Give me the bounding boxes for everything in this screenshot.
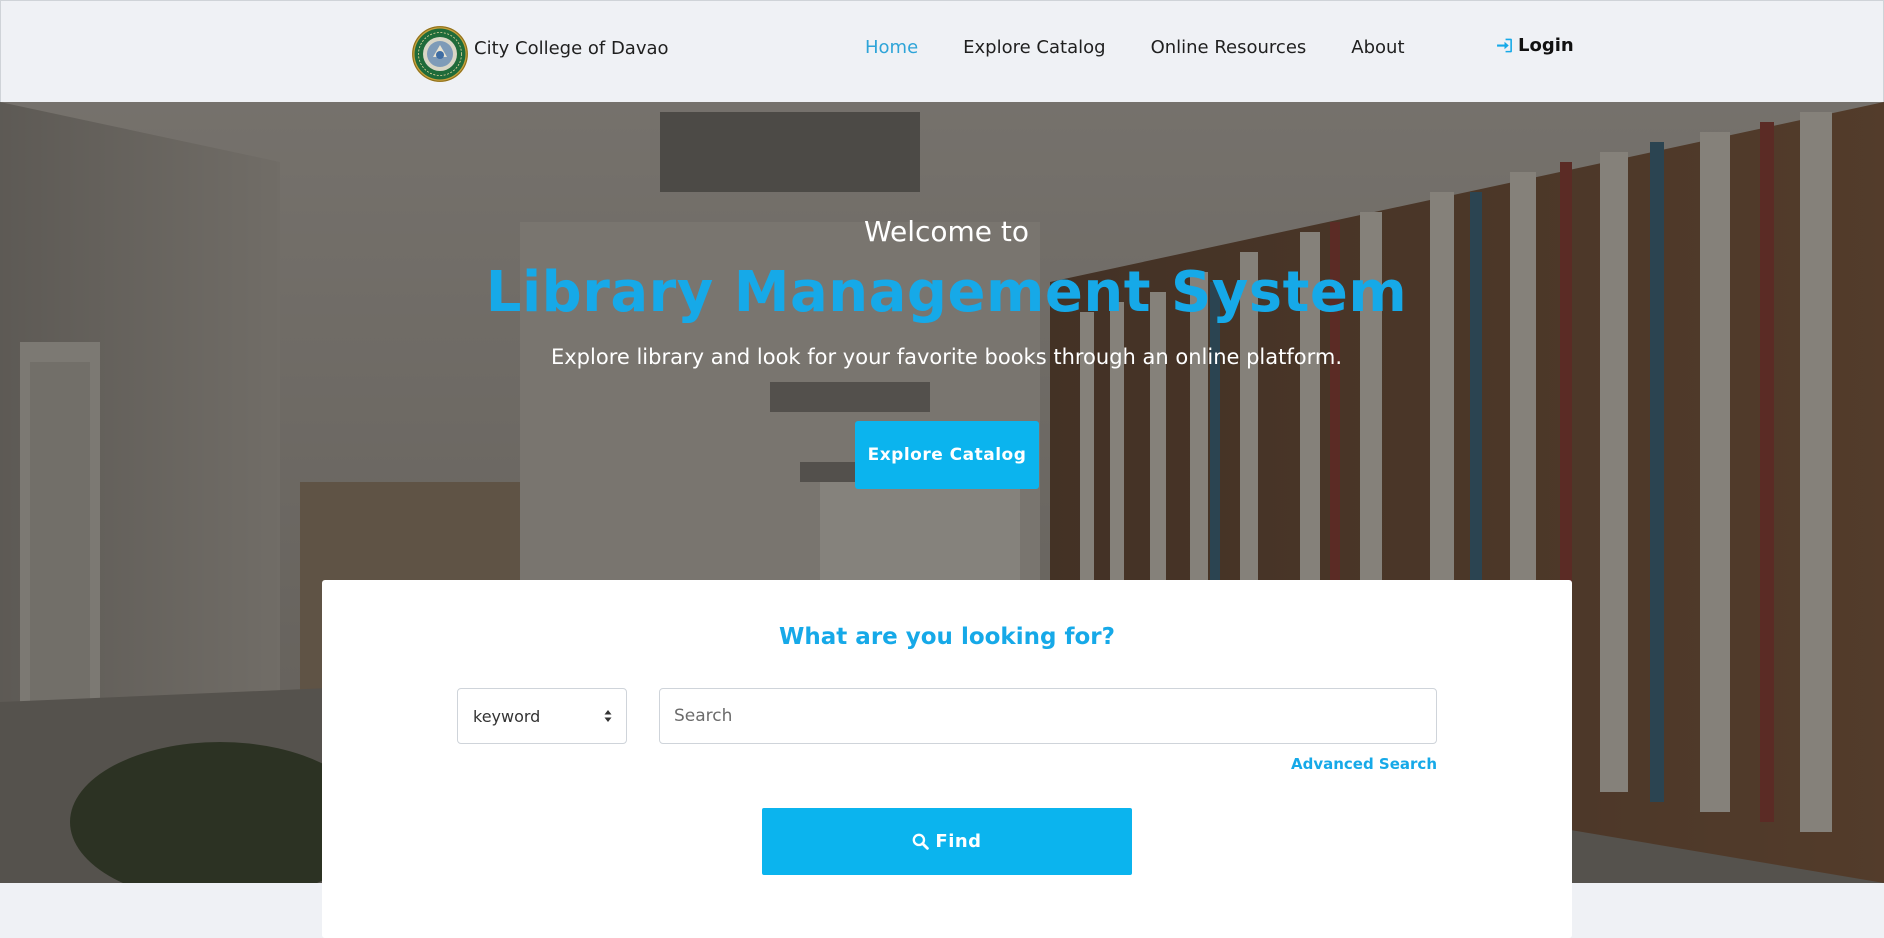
find-button[interactable]: Find: [762, 808, 1132, 875]
advanced-search-link[interactable]: Advanced Search: [1288, 755, 1437, 773]
brand-home-link[interactable]: City College of Davao: [411, 25, 669, 83]
sign-in-icon: [1497, 38, 1512, 53]
hero-tagline: Explore library and look for your favori…: [550, 345, 1343, 369]
find-button-label: Find: [935, 831, 982, 852]
search-icon: [913, 833, 930, 850]
login-link[interactable]: Login: [1496, 35, 1574, 56]
explore-catalog-button[interactable]: Explore Catalog: [855, 421, 1039, 489]
login-label: Login: [1518, 35, 1574, 56]
nav-link-about[interactable]: About: [1351, 37, 1404, 58]
hero-welcome-text: Welcome to: [863, 215, 1030, 248]
nav-link-explore-catalog[interactable]: Explore Catalog: [963, 37, 1105, 58]
advanced-search-label: Advanced Search: [1290, 755, 1437, 773]
top-navbar: City College of Davao Home Explore Catal…: [0, 0, 1884, 102]
search-type-value: keyword: [473, 707, 541, 726]
nav-link-online-resources[interactable]: Online Resources: [1151, 37, 1307, 58]
main-nav: Home Explore Catalog Online Resources Ab…: [865, 37, 1450, 58]
brand-name: City College of Davao: [474, 37, 669, 59]
select-updown-icon: [604, 710, 612, 722]
college-seal-logo: [412, 26, 468, 82]
search-heading: What are you looking for?: [779, 624, 1115, 650]
search-type-select[interactable]: keyword: [457, 688, 627, 744]
hero-title: Library Management System: [485, 260, 1408, 325]
search-card: What are you looking for? keyword Advanc…: [322, 580, 1572, 938]
search-input[interactable]: [659, 688, 1437, 744]
nav-link-home[interactable]: Home: [865, 37, 918, 58]
